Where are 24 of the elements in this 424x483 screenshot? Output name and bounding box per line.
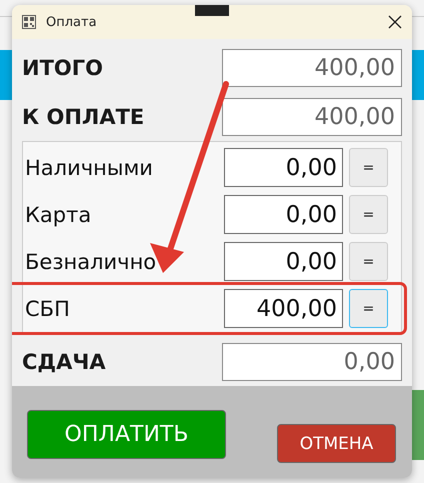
fill-amount-button[interactable]: =	[349, 148, 388, 188]
close-icon[interactable]	[388, 15, 402, 30]
amount-field[interactable]: 400,00	[222, 48, 402, 87]
payment-method-label: Безналично	[25, 250, 158, 274]
window-title: Оплата	[46, 14, 98, 30]
cancel-button[interactable]: ОТМЕНА	[277, 424, 396, 464]
pay-button[interactable]: ОПЛАТИТЬ	[27, 410, 226, 460]
change-field[interactable]: 0,00	[222, 342, 402, 381]
payment-amount-field[interactable]: 0,00	[224, 242, 343, 282]
payment-method-label: Карта	[25, 202, 92, 227]
drag-handle[interactable]	[195, 5, 229, 16]
fill-amount-button[interactable]: =	[349, 289, 388, 328]
payment-amount-field[interactable]: 0,00	[224, 148, 343, 188]
payment-amount-field[interactable]: 400,00	[224, 289, 343, 328]
payment-method-label: Наличными	[25, 156, 154, 180]
fill-amount-button[interactable]: =	[349, 195, 388, 234]
fill-amount-button[interactable]: =	[349, 242, 388, 282]
total-label: К ОПЛАТЕ	[22, 104, 144, 129]
total-label: ИТОГО	[22, 56, 103, 80]
qr-code-icon	[22, 15, 36, 30]
payment-method-label: СБП	[25, 296, 71, 321]
payment-amount-field[interactable]: 0,00	[224, 195, 343, 234]
change-label: СДАЧА	[22, 350, 106, 374]
amount-field[interactable]: 400,00	[222, 98, 402, 136]
